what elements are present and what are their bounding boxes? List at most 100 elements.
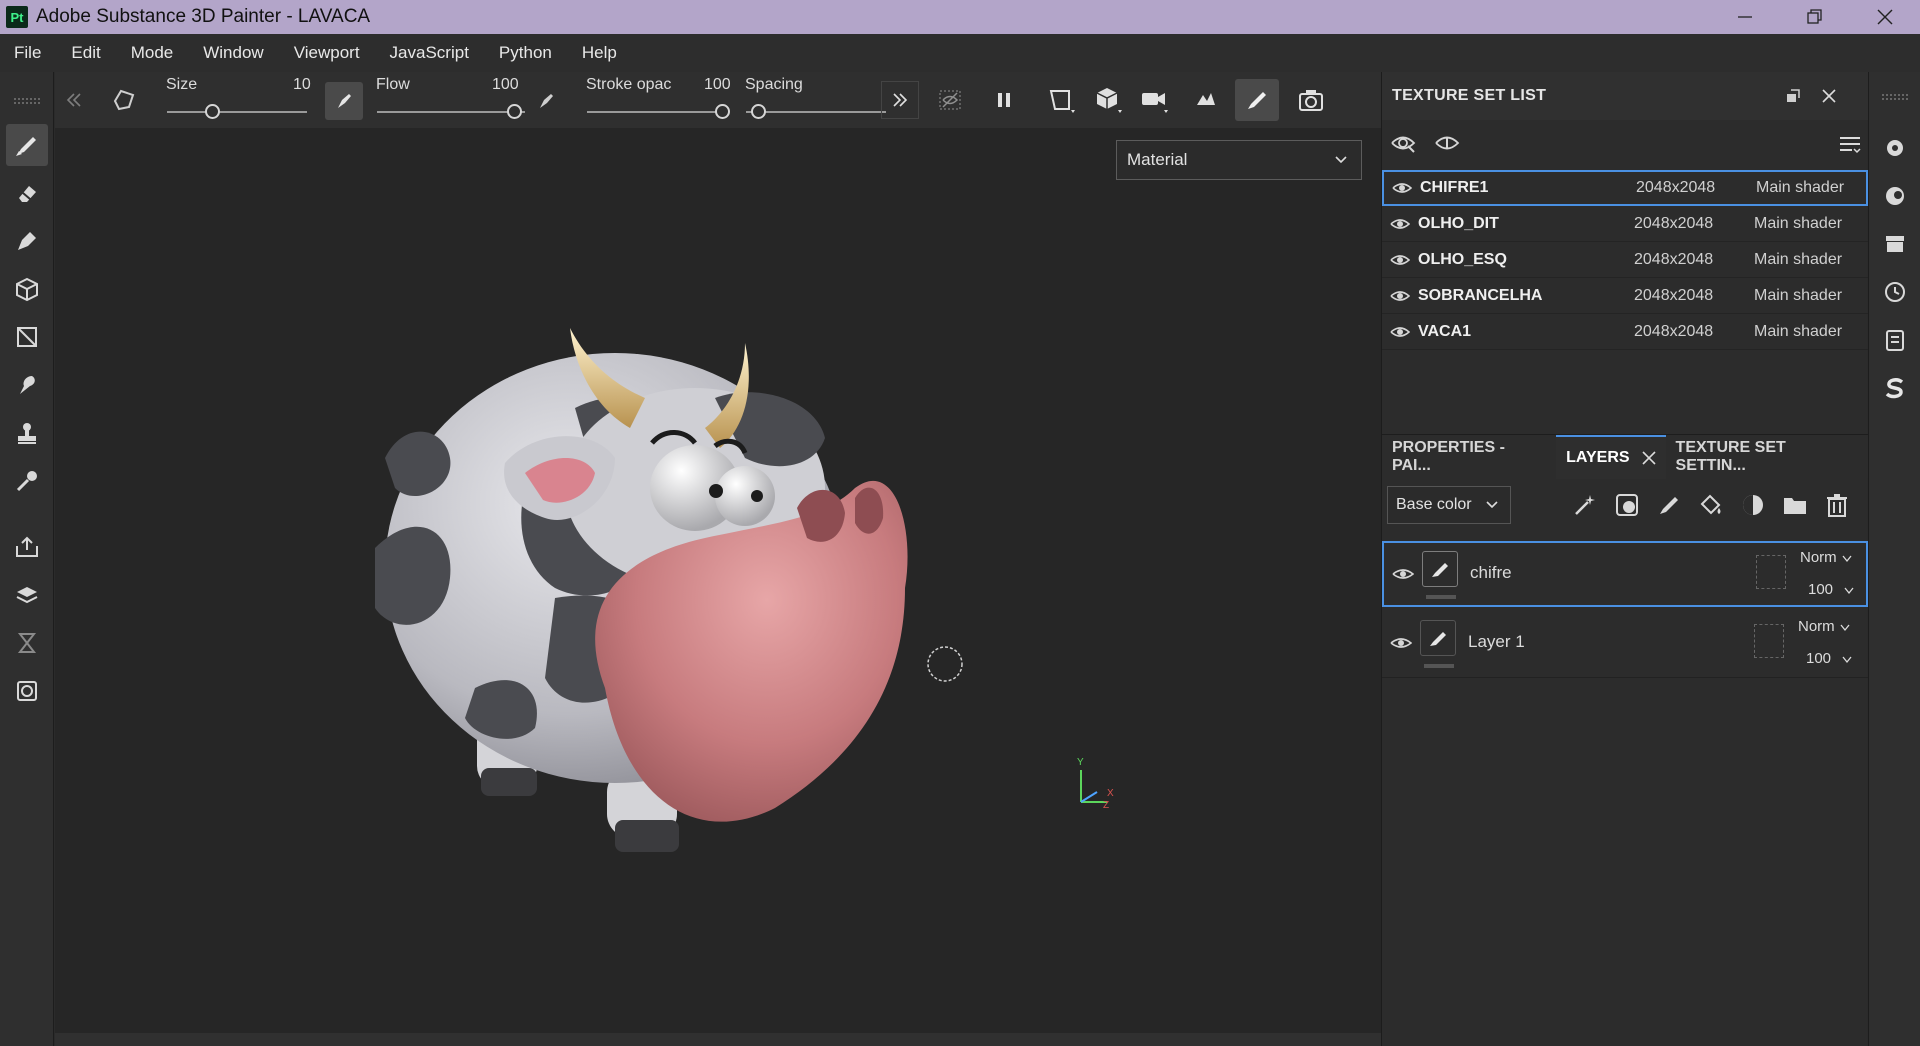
tab-layers[interactable]: LAYERS: [1556, 434, 1666, 479]
texture-set-row[interactable]: SOBRANCELHA 2048x2048 Main shader: [1382, 278, 1868, 314]
smudge-tool[interactable]: [6, 364, 48, 406]
solo-visibility-icon[interactable]: [1434, 130, 1460, 156]
viewport-mode-select[interactable]: Material: [1116, 140, 1362, 180]
paint-tool[interactable]: [6, 124, 48, 166]
screenshot-button[interactable]: [1292, 81, 1330, 119]
horizontal-scrollbar[interactable]: [55, 1033, 1381, 1046]
menu-viewport[interactable]: Viewport: [279, 43, 375, 63]
color-picker-tool[interactable]: [6, 460, 48, 502]
eye-icon[interactable]: [1390, 636, 1412, 650]
camera-button[interactable]: [1136, 81, 1174, 119]
environment-settings-button[interactable]: [1879, 180, 1911, 212]
menu-edit[interactable]: Edit: [56, 43, 115, 63]
3d-viewport[interactable]: Y X Z: [55, 128, 1381, 1033]
layer-opacity[interactable]: 100: [1806, 650, 1831, 667]
drag-grip[interactable]: [1882, 94, 1908, 100]
stroke-opacity-slider-handle[interactable]: [715, 104, 730, 119]
flow-slider[interactable]: [377, 111, 525, 113]
texture-set-shader[interactable]: Main shader: [1756, 179, 1844, 197]
eye-icon[interactable]: [1382, 217, 1418, 231]
add-mask-icon[interactable]: [1614, 492, 1640, 518]
size-slider-handle[interactable]: [205, 104, 220, 119]
minimize-button[interactable]: [1710, 0, 1780, 34]
iray-tool[interactable]: [6, 670, 48, 712]
timeline-tool[interactable]: [6, 622, 48, 664]
polygon-fill-tool[interactable]: [6, 316, 48, 358]
hide-cursor-button[interactable]: [931, 81, 969, 119]
texture-set-shader[interactable]: Main shader: [1754, 323, 1842, 341]
layer-blend-mode[interactable]: Norm: [1798, 618, 1835, 635]
collapse-toolbar-button[interactable]: [55, 81, 93, 119]
close-panel-icon[interactable]: [1822, 89, 1836, 103]
tab-texture-set-settings[interactable]: TEXTURE SET SETTIN...: [1666, 435, 1868, 479]
layer-row[interactable]: Layer 1 Norm 100: [1382, 612, 1868, 678]
layer-row[interactable]: chifre Norm 100: [1382, 541, 1868, 607]
size-slider[interactable]: [167, 111, 307, 113]
delete-layer-icon[interactable]: [1824, 492, 1850, 518]
symmetry-button[interactable]: [105, 81, 143, 119]
eye-icon[interactable]: [1382, 289, 1418, 303]
pause-button[interactable]: [985, 81, 1023, 119]
pressure-size-button[interactable]: [325, 82, 363, 120]
layer-blend-mode[interactable]: Norm: [1800, 549, 1837, 566]
eye-icon[interactable]: [1384, 181, 1420, 195]
add-effect-icon[interactable]: [1572, 492, 1598, 518]
substance-source-button[interactable]: [1879, 372, 1911, 404]
add-folder-icon[interactable]: [1782, 492, 1808, 518]
spacing-slider-handle[interactable]: [751, 104, 766, 119]
menu-mode[interactable]: Mode: [116, 43, 189, 63]
flow-slider-handle[interactable]: [507, 104, 522, 119]
eye-icon[interactable]: [1382, 253, 1418, 267]
menu-help[interactable]: Help: [567, 43, 632, 63]
log-button[interactable]: [1879, 324, 1911, 356]
assets-button[interactable]: [1879, 228, 1911, 260]
view-3d-button[interactable]: [1090, 81, 1128, 119]
close-window-button[interactable]: [1850, 0, 1920, 34]
stroke-opacity-value[interactable]: 100: [704, 76, 731, 94]
flow-value[interactable]: 100: [492, 76, 519, 94]
undock-icon[interactable]: [1786, 89, 1800, 103]
drag-grip[interactable]: [14, 98, 40, 104]
eraser-tool[interactable]: [6, 172, 48, 214]
layer-name[interactable]: Layer 1: [1468, 632, 1525, 652]
geometry-fill-tool[interactable]: [6, 268, 48, 310]
menu-python[interactable]: Python: [484, 43, 567, 63]
texture-set-shader[interactable]: Main shader: [1754, 287, 1842, 305]
texture-set-shader[interactable]: Main shader: [1754, 215, 1842, 233]
eye-icon[interactable]: [1382, 325, 1418, 339]
stroke-opacity-slider[interactable]: [587, 111, 727, 113]
visibility-all-icon[interactable]: [1390, 130, 1416, 156]
spacing-slider[interactable]: [746, 111, 886, 113]
texture-set-row[interactable]: VACA1 2048x2048 Main shader: [1382, 314, 1868, 350]
menu-icon[interactable]: [1838, 132, 1862, 156]
view-2d-button[interactable]: [1043, 81, 1081, 119]
paint-mode-button[interactable]: [1235, 79, 1279, 121]
add-smart-material-icon[interactable]: [1740, 492, 1766, 518]
history-button[interactable]: [1879, 276, 1911, 308]
projection-tool[interactable]: [6, 220, 48, 262]
texture-set-row[interactable]: CHIFRE1 2048x2048 Main shader: [1382, 170, 1868, 206]
pressure-flow-button[interactable]: [527, 82, 565, 120]
tab-properties[interactable]: PROPERTIES - PAI...: [1382, 435, 1556, 479]
restore-button[interactable]: [1780, 0, 1850, 34]
export-tool[interactable]: [6, 526, 48, 568]
size-value[interactable]: 10: [293, 76, 311, 94]
texture-set-row[interactable]: OLHO_DIT 2048x2048 Main shader: [1382, 206, 1868, 242]
menu-file[interactable]: File: [0, 43, 56, 63]
shader-settings-button[interactable]: [1879, 132, 1911, 164]
bake-tool[interactable]: [6, 574, 48, 616]
menu-javascript[interactable]: JavaScript: [375, 43, 484, 63]
close-tab-icon[interactable]: [1641, 450, 1656, 465]
layer-mask-slot[interactable]: [1756, 555, 1786, 589]
layer-opacity[interactable]: 100: [1808, 581, 1833, 598]
eye-icon[interactable]: [1392, 567, 1414, 581]
texture-set-row[interactable]: OLHO_ESQ 2048x2048 Main shader: [1382, 242, 1868, 278]
layer-mask-slot[interactable]: [1754, 624, 1784, 658]
clone-tool[interactable]: [6, 412, 48, 454]
texture-set-shader[interactable]: Main shader: [1754, 251, 1842, 269]
more-tools-button[interactable]: [881, 81, 919, 119]
environment-button[interactable]: [1187, 81, 1225, 119]
add-fill-layer-icon[interactable]: [1698, 492, 1724, 518]
menu-window[interactable]: Window: [188, 43, 278, 63]
layer-name[interactable]: chifre: [1470, 563, 1512, 583]
